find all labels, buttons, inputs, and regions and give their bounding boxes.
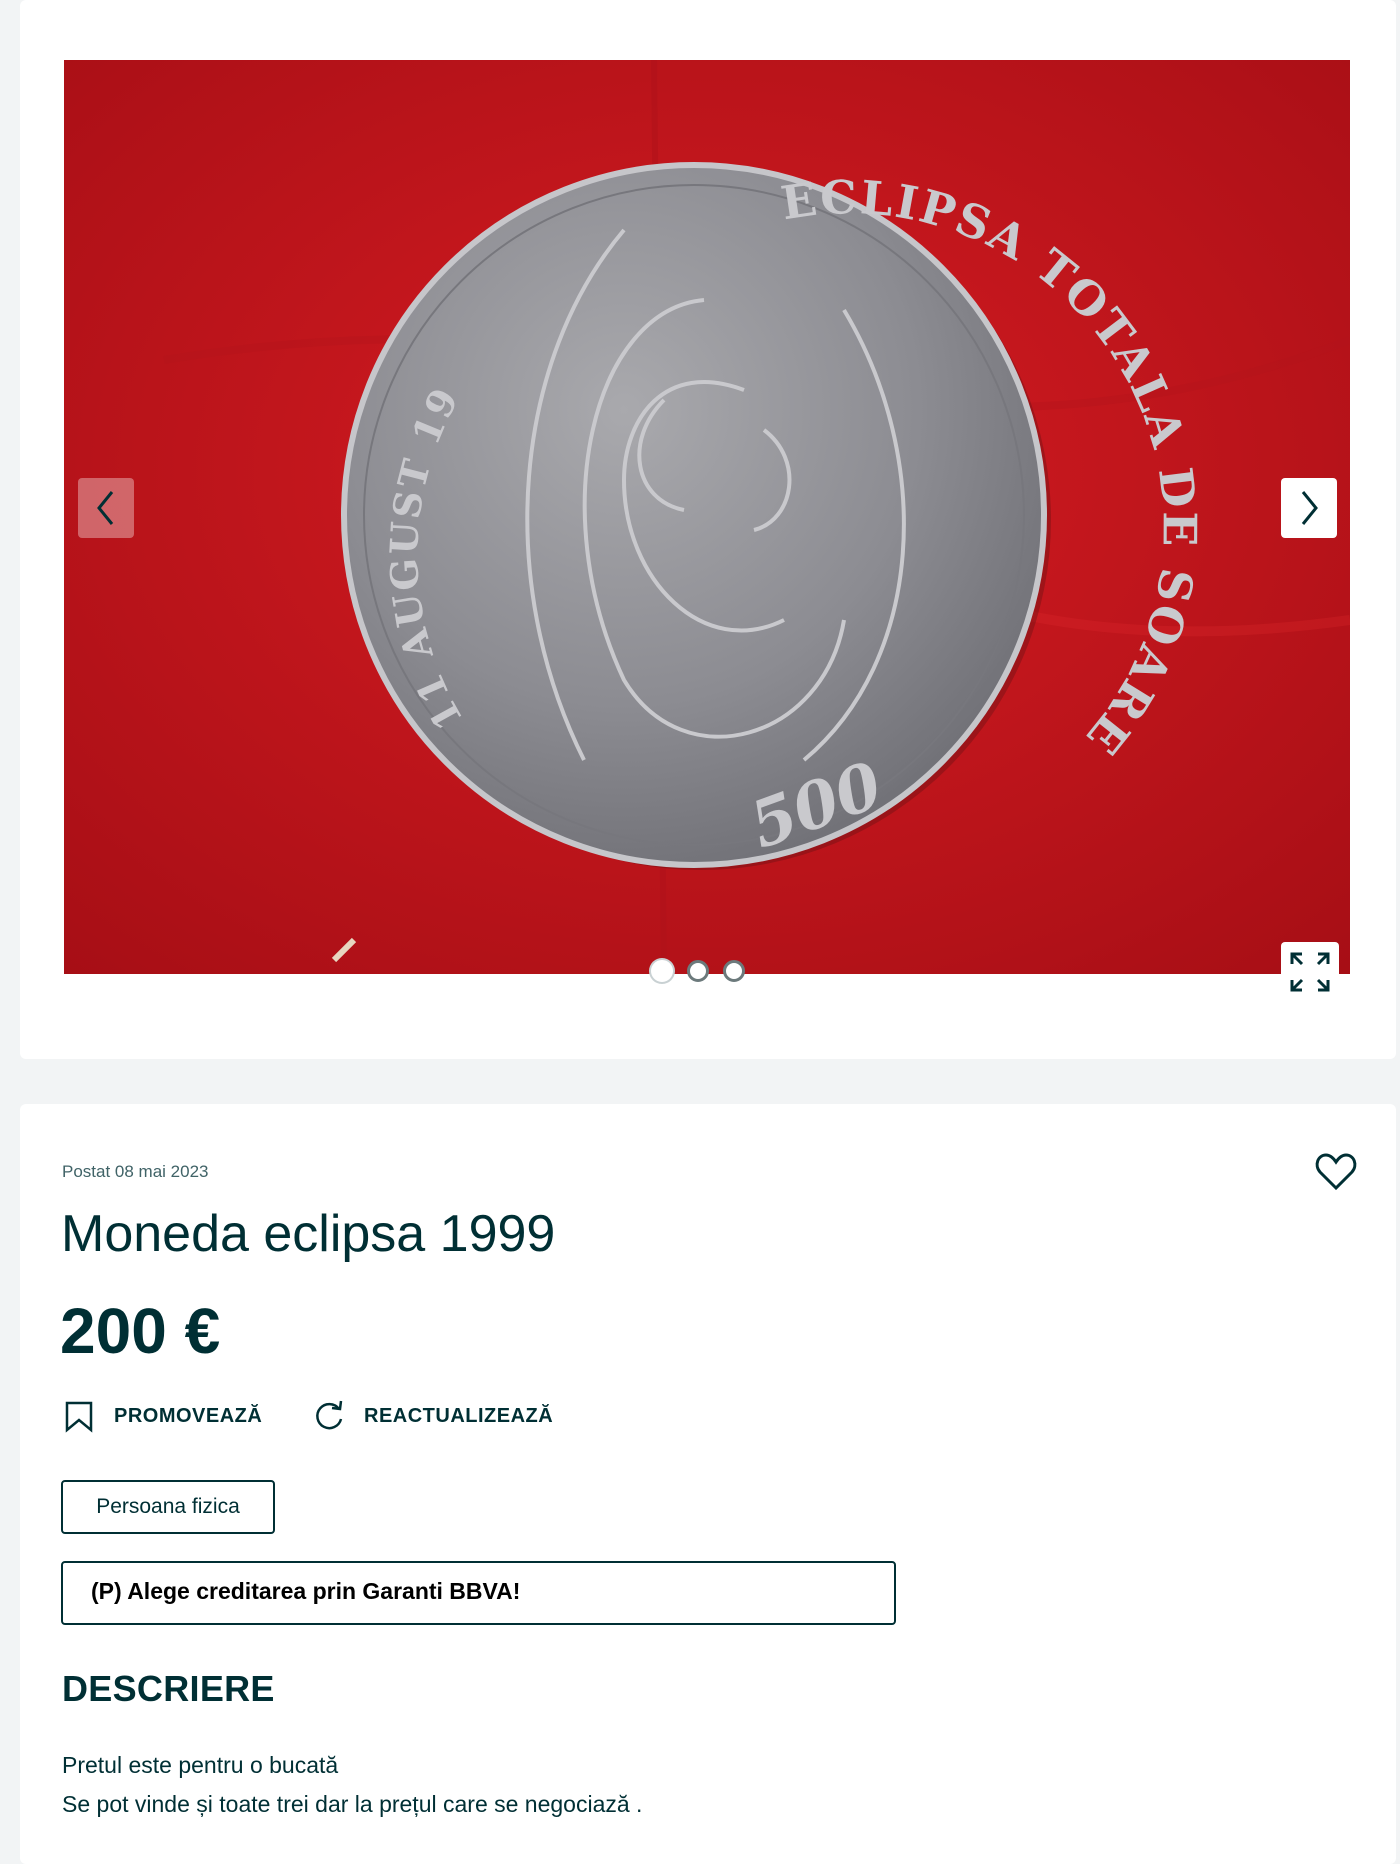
posted-date: Postat 08 mai 2023: [62, 1162, 209, 1181]
listing-title: Moneda eclipsa 1999: [61, 1205, 556, 1263]
chevron-left-icon: [97, 491, 114, 525]
slide-dot-1[interactable]: [651, 960, 673, 982]
gallery-card: ECLIPSA TOTALA DE SOARE 11 AUGUST 1999 5…: [20, 0, 1396, 1059]
description-heading: DESCRIERE: [62, 1668, 275, 1709]
listing-price: 200 €: [60, 1295, 221, 1367]
listing-info-card: Postat 08 mai 2023 Moneda eclipsa 1999 2…: [20, 1104, 1396, 1864]
favorite-button[interactable]: [1314, 1150, 1358, 1194]
chevron-right-icon: [1301, 491, 1318, 525]
description-line-1: Pretul este pentru o bucată: [62, 1752, 339, 1778]
description-line-2: Se pot vinde și toate trei dar la prețul…: [62, 1791, 643, 1817]
refresh-button[interactable]: REACTUALIZEAZĂ: [312, 1396, 553, 1436]
listing-photo[interactable]: ECLIPSA TOTALA DE SOARE 11 AUGUST 1999 5…: [64, 60, 1350, 974]
slide-indicators: [651, 960, 745, 990]
financing-promo-link[interactable]: (P) Alege creditarea prin Garanti BBVA!: [61, 1561, 896, 1625]
slide-dot-2[interactable]: [687, 960, 709, 982]
bookmark-icon: [65, 1401, 93, 1433]
coin-image: ECLIPSA TOTALA DE SOARE 11 AUGUST 1999 5…: [64, 60, 1350, 974]
promote-button[interactable]: PROMOVEAZĂ: [62, 1396, 262, 1436]
slide-dot-3[interactable]: [723, 960, 745, 982]
seller-type-badge: Persoana fizica: [61, 1480, 275, 1534]
next-photo-button[interactable]: [1281, 478, 1337, 538]
refresh-icon: [316, 1400, 343, 1430]
heart-icon: [1315, 1153, 1357, 1191]
refresh-label: REACTUALIZEAZĂ: [364, 1404, 554, 1427]
fullscreen-button[interactable]: [1281, 942, 1339, 1002]
previous-photo-button[interactable]: [78, 478, 134, 538]
description-text: Pretul este pentru o bucată Se pot vinde…: [62, 1746, 642, 1824]
promote-label: PROMOVEAZĂ: [114, 1404, 263, 1427]
expand-icon: [1290, 952, 1330, 992]
